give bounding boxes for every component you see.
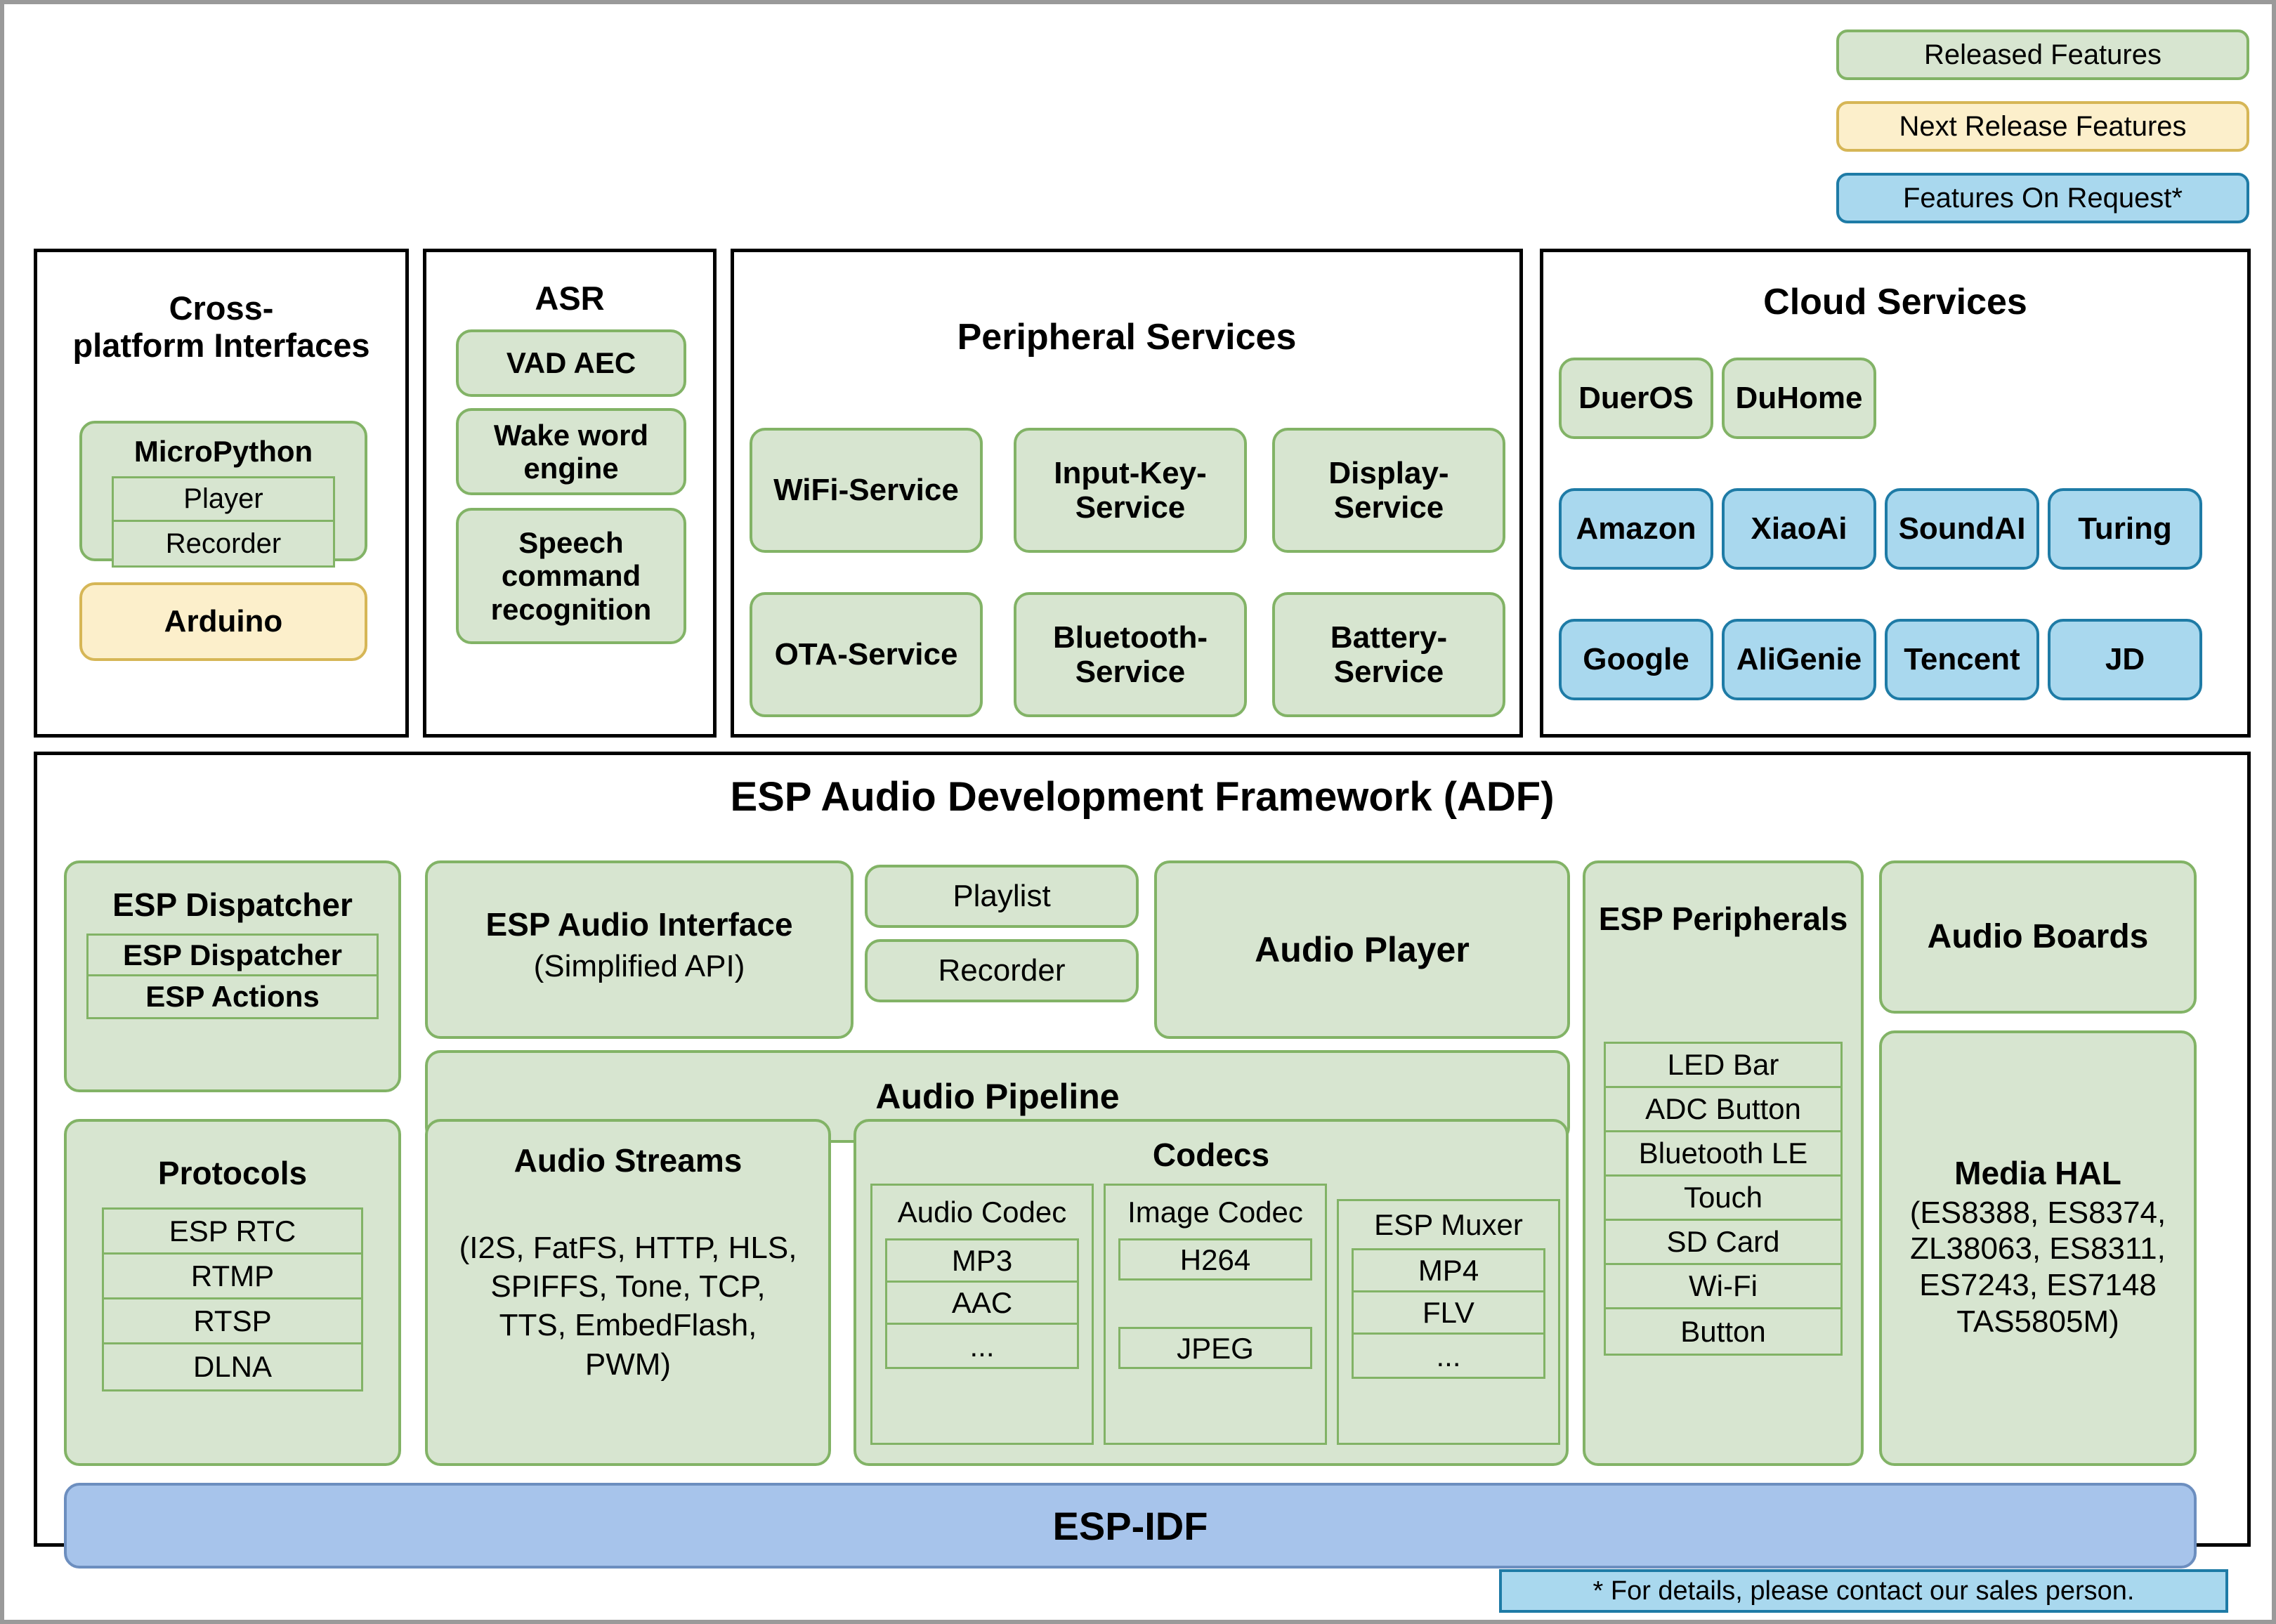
peripheral-item-display-service: Display-Service: [1272, 428, 1505, 553]
asr-item-vad-aec: VAD AEC: [456, 329, 686, 397]
panel-adf: ESP Audio Development Framework (ADF) ES…: [34, 752, 2251, 1569]
panel-cloud-services: Cloud Services DuerOS DuHome Amazon Xiao…: [1540, 249, 2251, 738]
peripheral-services-title: Peripheral Services: [957, 317, 1297, 358]
arduino-box: Arduino: [79, 582, 367, 661]
micropython-item-recorder: Recorder: [114, 522, 333, 566]
adf-peripheral-item-sd-card: SD Card: [1606, 1220, 1840, 1265]
adf-esp-dispatcher-label: ESP Dispatcher: [112, 886, 353, 923]
adf-protocol-item-dlna: DLNA: [104, 1344, 361, 1389]
adf-audio-codec-item-more: ...: [887, 1325, 1077, 1368]
adf-protocol-item-rtmp: RTMP: [104, 1254, 361, 1299]
adf-image-codec-group: Image Codec H264 JPEG: [1104, 1184, 1327, 1445]
adf-peripheral-item-bluetooth-le: Bluetooth LE: [1606, 1132, 1840, 1177]
diagram-canvas: Released Features Next Release Features …: [4, 4, 2272, 1620]
adf-protocols-box: Protocols ESP RTC RTMP RTSP DLNA: [64, 1119, 401, 1466]
adf-audio-codec-item-aac: AAC: [887, 1283, 1077, 1325]
adf-protocols-label: Protocols: [157, 1155, 308, 1191]
adf-esp-dispatcher-item-1: ESP Actions: [89, 976, 377, 1017]
adf-audio-streams-line-0: (I2S, FatFS, HTTP, HLS,: [459, 1230, 797, 1265]
adf-esp-peripherals-label: ESP Peripherals: [1598, 901, 1848, 937]
footnote-sales-contact: * For details, please contact our sales …: [1499, 1569, 2228, 1613]
adf-codecs-box: Codecs Audio Codec MP3 AAC ... Image Cod…: [854, 1119, 1569, 1466]
cloud-item-tencent: Tencent: [1885, 619, 2039, 700]
adf-audio-codec-item-mp3: MP3: [887, 1240, 1077, 1283]
cross-platform-title-line2: platform Interfaces: [72, 326, 370, 364]
adf-esp-audio-interface-line1: ESP Audio Interface: [485, 906, 793, 943]
micropython-item-player: Player: [114, 478, 333, 523]
micropython-label: MicroPython: [133, 435, 313, 468]
adf-esp-dispatcher-item-0: ESP Dispatcher: [89, 935, 377, 976]
adf-protocol-item-rtsp: RTSP: [104, 1299, 361, 1344]
adf-esp-audio-interface-box: ESP Audio Interface (Simplified API): [425, 860, 854, 1039]
cloud-item-jd: JD: [2048, 619, 2202, 700]
adf-audio-streams-line-1: SPIFFS, Tone, TCP,: [490, 1269, 766, 1304]
cloud-item-aligenie: AliGenie: [1722, 619, 1876, 700]
asr-item-wake-word-engine: Wake word engine: [456, 408, 686, 495]
cloud-item-xiaoai: XiaoAi: [1722, 488, 1876, 570]
adf-recorder-box: Recorder: [865, 939, 1139, 1002]
cloud-item-dueros: DuerOS: [1559, 358, 1713, 439]
adf-audio-streams-label: Audio Streams: [514, 1142, 743, 1179]
peripheral-item-input-key-service: Input-Key-Service: [1014, 428, 1247, 553]
adf-peripheral-item-button: Button: [1606, 1309, 1840, 1354]
micropython-box: MicroPython Player Recorder: [79, 421, 367, 568]
adf-peripheral-item-touch: Touch: [1606, 1176, 1840, 1221]
adf-esp-muxer-item-more: ...: [1354, 1335, 1543, 1377]
cloud-item-google: Google: [1559, 619, 1713, 700]
legend: Released Features Next Release Features …: [1836, 30, 2249, 244]
adf-codecs-label: Codecs: [1152, 1137, 1270, 1173]
adf-esp-muxer-group: ESP Muxer MP4 FLV ...: [1337, 1199, 1560, 1445]
adf-esp-muxer-label: ESP Muxer: [1374, 1208, 1523, 1241]
adf-media-hal-box: Media HAL (ES8388, ES8374, ZL38063, ES83…: [1879, 1030, 2197, 1466]
adf-protocol-item-esp-rtc: ESP RTC: [104, 1209, 361, 1255]
asr-title: ASR: [535, 280, 605, 317]
cloud-item-turing: Turing: [2048, 488, 2202, 570]
adf-media-hal-title: Media HAL: [1954, 1155, 2121, 1191]
adf-esp-dispatcher-box: ESP Dispatcher ESP Dispatcher ESP Action…: [64, 860, 401, 1092]
legend-item-on-request: Features On Request*: [1836, 173, 2249, 223]
peripheral-item-battery-service: Battery-Service: [1272, 592, 1505, 717]
peripheral-item-ota-service: OTA-Service: [750, 592, 983, 717]
adf-audio-streams-line-2: TTS, EmbedFlash,: [499, 1308, 757, 1343]
panel-cross-platform-interfaces: Cross- platform Interfaces MicroPython P…: [34, 249, 409, 738]
adf-peripheral-item-led-bar: LED Bar: [1606, 1043, 1840, 1088]
adf-title: ESP Audio Development Framework (ADF): [730, 774, 1555, 820]
panel-peripheral-services: Peripheral Services WiFi-Service Input-K…: [731, 249, 1523, 738]
adf-peripheral-item-adc-button: ADC Button: [1606, 1087, 1840, 1132]
cloud-item-amazon: Amazon: [1559, 488, 1713, 570]
asr-item-speech-command-recognition: Speech command recognition: [456, 508, 686, 644]
peripheral-item-bluetooth-service: Bluetooth-Service: [1014, 592, 1247, 717]
adf-esp-audio-interface-line2: (Simplified API): [533, 948, 745, 983]
cloud-item-duhome: DuHome: [1722, 358, 1876, 439]
peripheral-item-wifi-service: WiFi-Service: [750, 428, 983, 553]
adf-media-hal-line-3: TAS5805M): [1956, 1304, 2119, 1340]
legend-item-released: Released Features: [1836, 30, 2249, 80]
adf-esp-muxer-item-flv: FLV: [1354, 1292, 1543, 1335]
adf-media-hal-line-1: ZL38063, ES8311,: [1910, 1231, 2166, 1266]
cross-platform-title-line1: Cross-: [169, 289, 274, 327]
adf-esp-muxer-item-mp4: MP4: [1354, 1250, 1543, 1293]
legend-item-next-release: Next Release Features: [1836, 101, 2249, 152]
adf-image-codec-label: Image Codec: [1127, 1196, 1303, 1229]
adf-image-codec-item-jpeg: JPEG: [1118, 1327, 1312, 1370]
adf-audio-streams-line-3: PWM): [584, 1347, 672, 1382]
adf-playlist-box: Playlist: [865, 865, 1139, 928]
adf-media-hal-line-2: ES7243, ES7148: [1919, 1268, 2157, 1303]
adf-esp-peripherals-box: ESP Peripherals LED Bar ADC Button Bluet…: [1583, 860, 1864, 1466]
adf-peripheral-item-wi-fi: Wi-Fi: [1606, 1264, 1840, 1309]
adf-esp-idf-bar: ESP-IDF: [64, 1483, 2197, 1569]
panel-asr: ASR VAD AEC Wake word engine Speech comm…: [423, 249, 717, 738]
adf-audio-streams-box: Audio Streams (I2S, FatFS, HTTP, HLS, SP…: [425, 1119, 831, 1466]
adf-audio-boards-box: Audio Boards: [1879, 860, 2197, 1014]
cross-platform-title: Cross- platform Interfaces: [37, 289, 405, 364]
adf-audio-player-box: Audio Player: [1154, 860, 1570, 1039]
adf-audio-codec-label: Audio Codec: [897, 1196, 1067, 1229]
adf-media-hal-line-0: (ES8388, ES8374,: [1909, 1195, 2166, 1230]
cloud-services-title: Cloud Services: [1763, 282, 2027, 322]
adf-image-codec-item-h264: H264: [1118, 1238, 1312, 1281]
cloud-item-soundai: SoundAI: [1885, 488, 2039, 570]
adf-audio-codec-group: Audio Codec MP3 AAC ...: [870, 1184, 1094, 1445]
